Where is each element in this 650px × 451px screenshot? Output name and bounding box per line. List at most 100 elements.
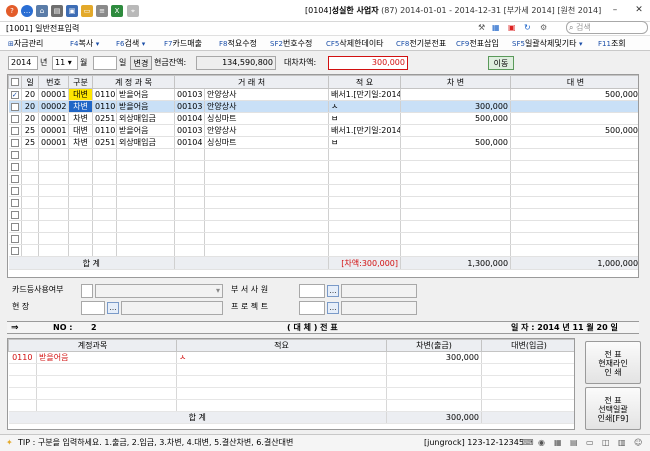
table-row[interactable]: 20 00001 차변 0251 외상매입금 00104 싱싱마트 ㅂ 500,000: [8, 112, 638, 125]
empty-cell[interactable]: [400, 184, 512, 197]
empty-cell[interactable]: [116, 160, 176, 173]
cell-day[interactable]: 25: [21, 124, 39, 137]
voucher-insert-button[interactable]: CF9전표삽입: [456, 38, 499, 50]
empty-cell[interactable]: [92, 160, 117, 173]
project-code-field[interactable]: [299, 301, 325, 315]
cell-chk[interactable]: ✓: [8, 88, 22, 101]
cell-chk[interactable]: [8, 112, 22, 125]
cell-no[interactable]: 00001: [38, 88, 69, 101]
empty-cell[interactable]: [8, 363, 37, 376]
empty-cell[interactable]: [328, 196, 402, 209]
code-icon[interactable]: ▦: [492, 22, 500, 34]
cell-type[interactable]: 차변: [68, 112, 93, 125]
empty-cell[interactable]: [204, 208, 330, 221]
row-checkbox[interactable]: [10, 186, 19, 195]
voucher-empty-row[interactable]: [8, 363, 574, 376]
empty-cell[interactable]: [174, 148, 206, 161]
empty-cell[interactable]: [68, 172, 93, 185]
inquiry-button[interactable]: F11조회: [598, 38, 626, 50]
empty-cell[interactable]: [174, 220, 206, 233]
voucher-empty-row[interactable]: [8, 375, 574, 388]
empty-cell[interactable]: [174, 160, 206, 173]
calendar-icon[interactable]: ▣: [508, 22, 516, 34]
empty-cell[interactable]: [510, 196, 638, 209]
empty-cell[interactable]: [68, 184, 93, 197]
empty-row[interactable]: [8, 196, 638, 209]
empty-cell[interactable]: [116, 220, 176, 233]
empty-cell[interactable]: [174, 172, 206, 185]
cell-acct-code[interactable]: 0110: [92, 124, 117, 137]
month-select[interactable]: 11 ▾: [52, 56, 78, 70]
empty-cell[interactable]: [400, 244, 512, 257]
cell-debit[interactable]: 500,000: [400, 136, 512, 149]
cell-day[interactable]: 25: [21, 136, 39, 149]
empty-cell[interactable]: [21, 244, 39, 257]
row-checkbox[interactable]: [10, 222, 19, 231]
empty-row[interactable]: [8, 160, 638, 173]
empty-cell[interactable]: [36, 387, 178, 400]
lookup-icon[interactable]: …: [107, 302, 119, 314]
empty-cell[interactable]: [328, 172, 402, 185]
gear-icon[interactable]: ⚙: [540, 22, 547, 34]
print-batch-button[interactable]: 전 표 선택일괄 인쇄[F9]: [585, 387, 641, 430]
empty-cell[interactable]: [21, 232, 39, 245]
table-row[interactable]: 20 00002 차변 0110 받을어음 00103 안양상사 ㅅ 300,000: [8, 100, 638, 113]
cell-cp-name[interactable]: 안양상사: [204, 100, 330, 113]
empty-row[interactable]: [8, 148, 638, 161]
empty-cell[interactable]: [38, 172, 69, 185]
empty-cell[interactable]: [386, 387, 483, 400]
voucher-empty-row[interactable]: [8, 399, 574, 412]
cell-day[interactable]: 20: [21, 112, 39, 125]
vcell-credit[interactable]: [481, 351, 574, 364]
empty-cell[interactable]: [481, 375, 574, 388]
empty-cell[interactable]: [400, 148, 512, 161]
save-icon[interactable]: ▣: [66, 5, 78, 17]
empty-cell[interactable]: [68, 232, 93, 245]
lookup-icon[interactable]: …: [327, 302, 339, 314]
empty-cell[interactable]: [176, 399, 388, 412]
empty-cell[interactable]: [400, 220, 512, 233]
cell-no[interactable]: 00001: [38, 124, 69, 137]
empty-cell[interactable]: [400, 196, 512, 209]
cell-type[interactable]: 대변: [68, 124, 93, 137]
empty-cell[interactable]: [204, 244, 330, 257]
empty-cell[interactable]: [400, 160, 512, 173]
cell-debit[interactable]: [400, 88, 512, 101]
empty-cell[interactable]: [8, 184, 22, 197]
cell-debit[interactable]: 300,000: [400, 100, 512, 113]
cell-credit[interactable]: [510, 136, 638, 149]
empty-cell[interactable]: [176, 387, 388, 400]
empty-cell[interactable]: [38, 208, 69, 221]
empty-cell[interactable]: [92, 220, 117, 233]
row-checkbox[interactable]: [10, 126, 19, 135]
empty-cell[interactable]: [400, 208, 512, 221]
cell-cp-name[interactable]: 싱싱마트: [204, 112, 330, 125]
site-code-field[interactable]: [81, 301, 105, 315]
empty-cell[interactable]: [174, 244, 206, 257]
empty-cell[interactable]: [400, 232, 512, 245]
empty-cell[interactable]: [92, 208, 117, 221]
empty-cell[interactable]: [116, 184, 176, 197]
empty-cell[interactable]: [36, 363, 178, 376]
empty-cell[interactable]: [38, 148, 69, 161]
row-checkbox[interactable]: [10, 114, 19, 123]
empty-row[interactable]: [8, 220, 638, 233]
close-icon[interactable]: ✕: [632, 3, 646, 17]
empty-cell[interactable]: [38, 196, 69, 209]
empty-cell[interactable]: [68, 208, 93, 221]
empty-cell[interactable]: [68, 148, 93, 161]
empty-cell[interactable]: [68, 160, 93, 173]
empty-cell[interactable]: [68, 196, 93, 209]
empty-cell[interactable]: [481, 387, 574, 400]
folder-icon[interactable]: ▭: [81, 5, 93, 17]
prior-voucher-button[interactable]: CF8전기분전표: [396, 38, 446, 50]
lookup-icon[interactable]: …: [327, 285, 339, 297]
empty-cell[interactable]: [8, 160, 22, 173]
row-checkbox[interactable]: [10, 102, 19, 111]
empty-cell[interactable]: [8, 148, 22, 161]
cell-no[interactable]: 00001: [38, 136, 69, 149]
empty-cell[interactable]: [386, 363, 483, 376]
empty-cell[interactable]: [176, 375, 388, 388]
memo-edit-button[interactable]: F8적요수정: [219, 38, 257, 50]
empty-cell[interactable]: [92, 196, 117, 209]
